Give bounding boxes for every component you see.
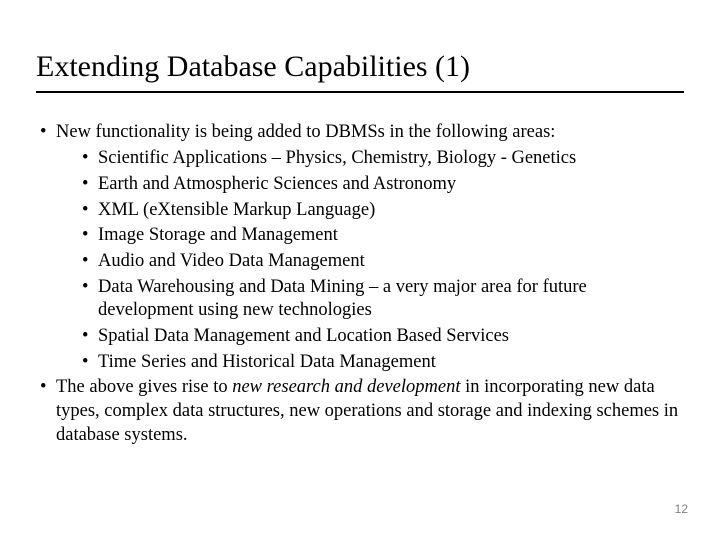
title-underline (36, 91, 684, 93)
sub-bullet: Time Series and Historical Data Manageme… (78, 351, 684, 375)
slide-content: New functionality is being added to DBMS… (36, 121, 684, 448)
slide: Extending Database Capabilities (1) New … (0, 0, 720, 540)
bullet-closing: The above gives rise to new research and… (36, 376, 684, 447)
sub-bullet: XML (eXtensible Markup Language) (78, 199, 684, 223)
sub-bullet: Data Warehousing and Data Mining – a ver… (78, 276, 684, 323)
sub-bullet: Image Storage and Management (78, 224, 684, 248)
closing-emphasis: new research and development (232, 377, 460, 397)
sub-bullet: Earth and Atmospheric Sciences and Astro… (78, 173, 684, 197)
page-number: 12 (675, 502, 688, 516)
sub-bullet: Scientific Applications – Physics, Chemi… (78, 147, 684, 171)
slide-title: Extending Database Capabilities (1) (36, 50, 684, 85)
sub-bullet: Audio and Video Data Management (78, 250, 684, 274)
closing-pre: The above gives rise to (56, 377, 232, 397)
bullet-intro: New functionality is being added to DBMS… (36, 121, 684, 145)
sub-bullet: Spatial Data Management and Location Bas… (78, 325, 684, 349)
